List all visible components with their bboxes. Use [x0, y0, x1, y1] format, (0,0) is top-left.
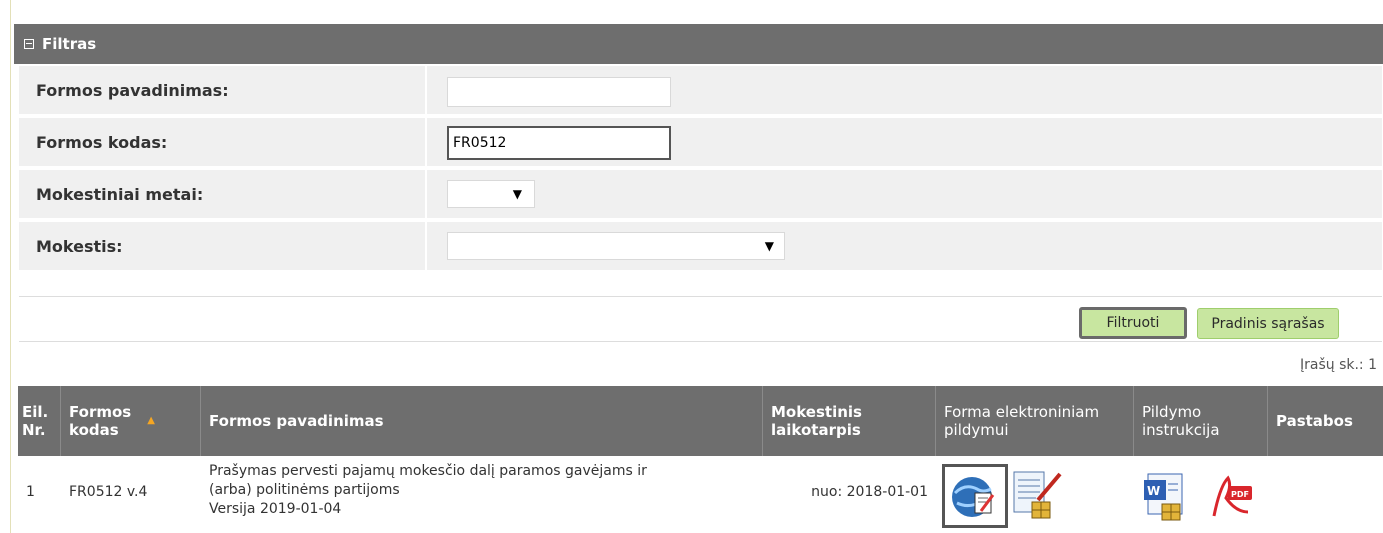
records-count: Įrašų sk.: 1	[1299, 357, 1377, 373]
dropdown-arrow-icon: ▼	[512, 187, 522, 201]
word-doc-icon[interactable]: W	[1142, 468, 1192, 526]
row-name: Prašymas pervesti pajamų mokesčio dalį p…	[201, 456, 763, 533]
col-name-header[interactable]: Formos pavadinimas	[201, 386, 763, 456]
form-edit-icon[interactable]	[1008, 466, 1068, 528]
col-period-header[interactable]: Mokestinis laikotarpis	[763, 386, 936, 456]
row-name-line1: Prašymas pervesti pajamų mokesčio dalį p…	[209, 463, 647, 479]
globe-form-icon[interactable]	[942, 464, 1008, 528]
tax-year-label: Mokestiniai metai:	[19, 170, 427, 218]
dropdown-arrow-icon: ▼	[764, 239, 774, 253]
form-name-input[interactable]	[447, 77, 671, 107]
tax-year-select[interactable]: ▼	[447, 180, 535, 208]
reset-list-button[interactable]: Pradinis sąrašas	[1197, 308, 1339, 339]
tax-select[interactable]: ▼	[447, 232, 785, 260]
filter-title: Filtras	[42, 35, 97, 53]
row-code: FR0512 v.4	[69, 484, 148, 500]
filter-row-tax: Mokestis: ▼	[19, 222, 1382, 272]
collapse-icon[interactable]	[24, 39, 34, 49]
col-electronic-header: Forma elektroniniam pildymui	[936, 386, 1134, 456]
left-border	[10, 0, 11, 533]
filter-button[interactable]: Filtruoti	[1079, 307, 1187, 339]
form-code-input[interactable]	[447, 126, 671, 160]
form-name-label: Formos pavadinimas:	[19, 66, 427, 114]
filter-actions: Filtruoti Pradinis sąrašas	[19, 296, 1382, 342]
svg-text:W: W	[1147, 484, 1160, 498]
tax-label: Mokestis:	[19, 222, 427, 270]
form-code-label: Formos kodas:	[19, 118, 427, 166]
row-version: Versija 2019-01-04	[209, 501, 342, 517]
row-period: nuo: 2018-01-01	[811, 484, 928, 500]
filter-row-tax-year: Mokestiniai metai: ▼	[19, 170, 1382, 220]
col-no-header: Eil. Nr.	[18, 386, 61, 456]
filter-panel: Filtras Formos pavadinimas: Formos kodas…	[14, 24, 1383, 342]
table-header: Eil. Nr. Formos kodas ▲ Formos pavadinimas…	[18, 386, 1383, 456]
svg-text:PDF: PDF	[1231, 490, 1249, 499]
filter-header[interactable]: Filtras	[14, 24, 1383, 64]
row-no: 1	[26, 484, 35, 500]
row-name-line2: (arba) politinėms partijoms	[209, 482, 400, 498]
filter-row-form-code: Formos kodas:	[19, 118, 1382, 168]
row-notes	[1268, 456, 1383, 533]
table-row: 1 FR0512 v.4 Prašymas pervesti pajamų mo…	[18, 456, 1383, 533]
pdf-icon[interactable]: PDF	[1206, 470, 1256, 522]
col-code-header[interactable]: Formos kodas ▲	[61, 386, 201, 456]
sort-asc-icon: ▲	[147, 415, 155, 426]
filter-row-form-name: Formos pavadinimas:	[19, 66, 1382, 116]
col-instructions-header: Pildymo instrukcija	[1134, 386, 1268, 456]
col-notes-header: Pastabos	[1276, 412, 1353, 430]
